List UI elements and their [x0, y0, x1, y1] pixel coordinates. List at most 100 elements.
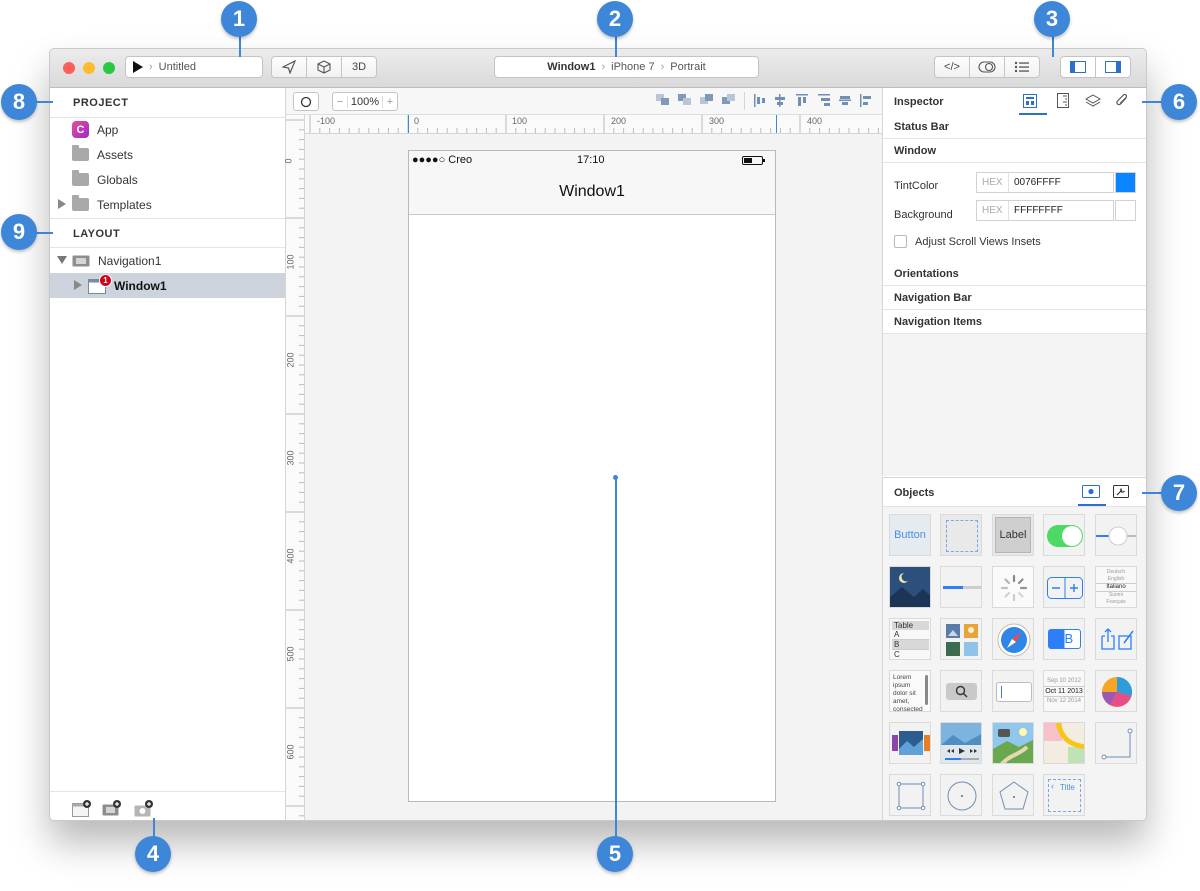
objects-header: Objects [883, 478, 1146, 507]
object-polygon[interactable] [992, 774, 1034, 816]
objects-tab-icon[interactable] [1082, 485, 1100, 498]
callout-leader-3 [1052, 35, 1054, 57]
run-scheme-box[interactable]: › Untitled [125, 56, 263, 78]
project-item-app[interactable]: C App [50, 117, 285, 142]
object-button[interactable]: Button [889, 514, 931, 556]
align-bottom-icon[interactable] [860, 94, 872, 107]
section-navigation-items[interactable]: Navigation Items [883, 310, 1146, 334]
project-item-templates[interactable]: Templates [50, 192, 285, 217]
object-search-bar[interactable] [940, 670, 982, 712]
code-button[interactable]: </> [934, 56, 970, 78]
breadcrumb-orientation[interactable]: Portrait [670, 61, 705, 73]
document-name: Untitled [158, 61, 196, 73]
zoom-fit-button[interactable] [293, 92, 319, 111]
layout-item-navigation1[interactable]: Navigation1 [50, 248, 285, 273]
object-date-picker[interactable]: Sep 10 2012 Oct 11 2013 Nov 12 2014 [1043, 670, 1085, 712]
callout-leader-9 [36, 232, 53, 234]
attributes-tab-icon[interactable] [1023, 94, 1037, 108]
attachment-tab-icon[interactable] [1115, 93, 1129, 108]
send-to-back-icon[interactable] [722, 94, 736, 106]
object-slider[interactable] [1095, 514, 1137, 556]
align-top-icon[interactable] [796, 94, 808, 107]
3d-button[interactable]: 3D [341, 56, 377, 78]
object-activity-indicator[interactable] [992, 566, 1034, 608]
project-item-globals[interactable]: Globals [50, 167, 285, 192]
list-button[interactable] [1004, 56, 1040, 78]
play-icon[interactable] [133, 61, 143, 73]
add-asset-button[interactable] [134, 800, 154, 817]
design-canvas[interactable]: − 100% + -100 0 100 200 300 400 0 100 20… [284, 88, 882, 820]
object-text-view[interactable]: Lorem ipsum dolor sit amet, consected [889, 670, 931, 712]
object-table-view[interactable]: Table A B C [889, 618, 931, 660]
section-status-bar[interactable]: Status Bar [883, 115, 1146, 139]
toggle-button[interactable] [969, 56, 1005, 78]
breadcrumb-device[interactable]: iPhone 7 [611, 61, 654, 73]
section-window[interactable]: Window [883, 139, 1146, 163]
send-backward-icon[interactable] [700, 94, 714, 106]
section-orientations[interactable]: Orientations [883, 262, 1146, 286]
add-window-button[interactable] [72, 800, 92, 817]
bring-to-front-icon[interactable] [656, 94, 670, 106]
ruler-label: 600 [285, 744, 296, 760]
bring-forward-icon[interactable] [678, 94, 692, 106]
object-label[interactable]: Label [992, 514, 1034, 556]
project-item-assets[interactable]: Assets [50, 142, 285, 167]
object-progress-view[interactable] [940, 566, 982, 608]
object-media-player[interactable] [940, 722, 982, 764]
object-stepper[interactable] [1043, 566, 1085, 608]
adjust-insets-checkbox[interactable] [894, 235, 907, 248]
layers-tab-icon[interactable] [1085, 94, 1101, 108]
object-collection-view[interactable] [940, 618, 982, 660]
disclosure-triangle-icon[interactable] [58, 199, 66, 209]
object-navigation-bar[interactable]: ‹ Title [1043, 774, 1085, 816]
zoom-window-button[interactable] [103, 62, 115, 74]
send-button[interactable] [271, 56, 307, 78]
align-left-icon[interactable] [754, 94, 766, 107]
object-view[interactable] [940, 514, 982, 556]
section-navigation-bar[interactable]: Navigation Bar [883, 286, 1146, 310]
navigation-bar[interactable]: ●●●●○ Creo 17:10 Window1 [409, 151, 775, 215]
object-oval[interactable] [940, 774, 982, 816]
date-row: Nov 12 2014 [1046, 698, 1082, 704]
object-picker-view[interactable]: Deutsch English Italiano Suomi Français [1095, 566, 1137, 608]
object-map-view[interactable] [992, 722, 1034, 764]
zoom-out-button[interactable]: − [333, 95, 348, 108]
tint-color-field[interactable]: HEX 0076FFFF [976, 172, 1114, 193]
object-line[interactable] [1095, 722, 1137, 764]
cube-button[interactable] [306, 56, 342, 78]
disclosure-triangle-open-icon[interactable] [57, 256, 67, 264]
battery-icon [742, 156, 766, 165]
object-toolbar[interactable] [1095, 618, 1137, 660]
nav-title: Window1 [559, 183, 625, 200]
object-switch[interactable] [1043, 514, 1085, 556]
object-web-view[interactable] [992, 618, 1034, 660]
ruler-tab-icon[interactable] [1057, 93, 1069, 108]
right-panel-toggle[interactable] [1095, 56, 1131, 78]
background-color-field[interactable]: HEX FFFFFFFF [976, 200, 1114, 221]
disclosure-triangle-icon[interactable] [74, 280, 82, 290]
carrier-label: ●●●●○ Creo [412, 154, 473, 166]
object-image-view[interactable] [889, 566, 931, 608]
object-segmented-control[interactable]: AB [1043, 618, 1085, 660]
minimize-window-button[interactable] [83, 62, 95, 74]
object-chart[interactable] [1095, 670, 1137, 712]
add-navigation-button[interactable] [102, 800, 122, 817]
object-text-field[interactable] [992, 670, 1034, 712]
layout-item-window1[interactable]: 1 Window1 [50, 273, 285, 298]
device-preview[interactable]: ●●●●○ Creo 17:10 Window1 [408, 150, 776, 802]
background-color-swatch[interactable] [1115, 200, 1136, 221]
tools-tab-icon[interactable] [1113, 485, 1129, 498]
close-window-button[interactable] [63, 62, 75, 74]
object-map[interactable] [1043, 722, 1085, 764]
object-rectangle[interactable] [889, 774, 931, 816]
breadcrumb-window[interactable]: Window1 [547, 61, 595, 73]
align-center-horizontal-icon[interactable] [774, 94, 786, 107]
warning-badge[interactable]: 1 [99, 273, 112, 287]
object-page-view[interactable] [889, 722, 931, 764]
align-right-icon[interactable] [818, 94, 830, 107]
left-panel-toggle[interactable] [1060, 56, 1096, 78]
zoom-in-button[interactable]: + [382, 95, 397, 108]
zoom-level[interactable]: 100% [348, 96, 382, 108]
tint-color-swatch[interactable] [1115, 172, 1136, 193]
align-center-vertical-icon[interactable] [839, 94, 851, 107]
